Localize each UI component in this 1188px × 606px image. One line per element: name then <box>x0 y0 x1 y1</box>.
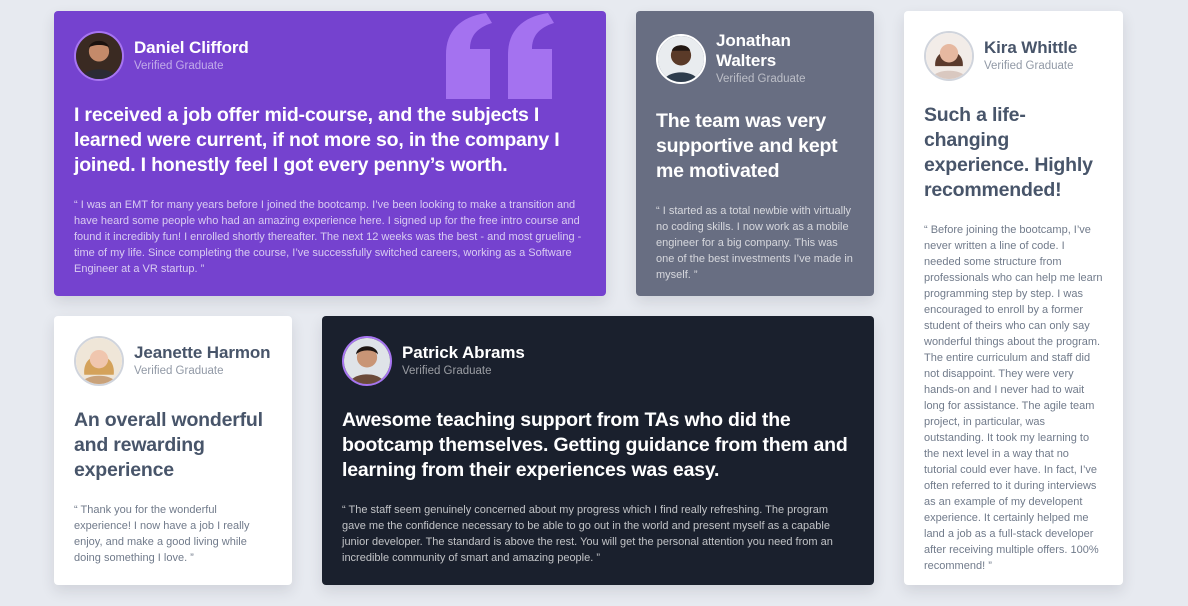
testimonial-card-patrick: Patrick Abrams Verified Graduate Awesome… <box>322 316 874 585</box>
author-name: Kira Whittle <box>984 38 1078 57</box>
testimonial-headline: The team was very supportive and kept me… <box>656 110 838 182</box>
card-header: Jonathan Walters Verified Graduate <box>656 31 854 87</box>
testimonial-body: “ The staff seem genuinely concerned abo… <box>342 504 833 564</box>
avatar-jonathan-icon <box>656 34 706 84</box>
testimonial-headline: Awesome teaching support from TAs who di… <box>342 409 848 481</box>
author-role: Verified Graduate <box>984 60 1074 72</box>
card-header: Kira Whittle Verified Graduate <box>924 31 1103 81</box>
card-header: Daniel Clifford Verified Graduate <box>74 31 586 81</box>
testimonial-headline: Such a life-changing experience. Highly … <box>924 104 1093 201</box>
avatar-kira-icon <box>924 31 974 81</box>
card-header: Patrick Abrams Verified Graduate <box>342 336 854 386</box>
testimonial-body: “ Before joining the bootcamp, I’ve neve… <box>924 224 1103 572</box>
testimonial-card-jonathan: Jonathan Walters Verified Graduate The t… <box>636 11 874 296</box>
author-name: Jeanette Harmon <box>134 343 271 362</box>
avatar-daniel-icon <box>74 31 124 81</box>
testimonial-card-kira: Kira Whittle Verified Graduate Such a li… <box>904 11 1123 585</box>
testimonial-body: “ I started as a total newbie with virtu… <box>656 205 853 281</box>
avatar-patrick-icon <box>342 336 392 386</box>
author-name: Daniel Clifford <box>134 38 249 57</box>
testimonial-body: “ Thank you for the wonderful experience… <box>74 504 250 564</box>
author-role: Verified Graduate <box>134 60 224 72</box>
author-role: Verified Graduate <box>716 73 806 85</box>
testimonial-card-daniel: Daniel Clifford Verified Graduate I rece… <box>54 11 606 296</box>
testimonial-body: “ I was an EMT for many years before I j… <box>74 199 582 275</box>
author-name: Patrick Abrams <box>402 343 525 362</box>
card-header: Jeanette Harmon Verified Graduate <box>74 336 272 386</box>
testimonial-headline: I received a job offer mid-course, and t… <box>74 104 560 176</box>
author-name: Jonathan Walters <box>716 31 791 70</box>
testimonial-headline: An overall wonderful and rewarding exper… <box>74 409 263 481</box>
testimonial-card-jeanette: Jeanette Harmon Verified Graduate An ove… <box>54 316 292 585</box>
author-role: Verified Graduate <box>402 365 492 377</box>
author-role: Verified Graduate <box>134 365 224 377</box>
avatar-jeanette-icon <box>74 336 124 386</box>
